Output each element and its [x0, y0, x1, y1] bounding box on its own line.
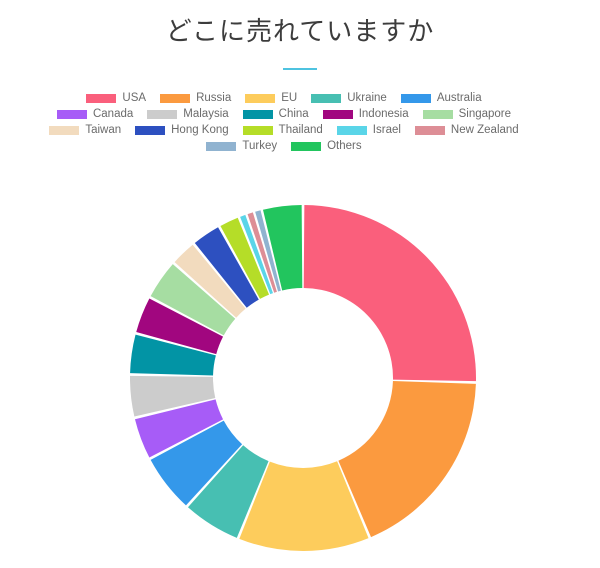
legend-swatch-icon: [56, 109, 87, 119]
legend-item-russia[interactable]: Russia: [160, 92, 231, 104]
legend-item-label: New Zealand: [450, 124, 519, 136]
legend-item-label: Russia: [196, 92, 232, 104]
legend-row: Taiwan Hong Kong Thailand Israel New Zealand: [16, 124, 552, 136]
legend-swatch-icon: [147, 109, 178, 119]
legend-swatch-icon: [245, 93, 276, 103]
legend-item-label: USA: [122, 92, 147, 104]
legend-item-label: Hong Kong: [171, 124, 229, 136]
legend-item-label: Thailand: [278, 124, 323, 136]
legend-swatch-icon: [400, 93, 431, 103]
title-divider-wrap: [0, 68, 600, 70]
donut-chart: [129, 205, 476, 551]
legend-item-others[interactable]: Others: [291, 140, 362, 152]
legend-item-singapore[interactable]: Singapore: [422, 108, 512, 120]
legend-item-label: Others: [327, 140, 362, 152]
legend-item-new-zealand[interactable]: New Zealand: [414, 124, 519, 136]
legend-item-indonesia[interactable]: Indonesia: [322, 108, 409, 120]
legend-swatch-icon: [135, 125, 166, 135]
legend-item-malaysia[interactable]: Malaysia: [147, 108, 229, 120]
legend-swatch-icon: [49, 125, 80, 135]
title-divider: [283, 68, 317, 70]
legend-row: USA Russia EU Ukraine Australia: [16, 92, 552, 104]
legend-swatch-icon: [336, 125, 367, 135]
legend-item-eu[interactable]: EU: [245, 92, 297, 104]
chart-page: どこに売れていますか USA Russia EU Ukraine Australia Ca…: [0, 0, 600, 568]
legend-swatch-icon: [242, 109, 273, 119]
legend-swatch-icon: [86, 93, 117, 103]
legend-item-label: Malaysia: [183, 108, 229, 120]
legend-item-label: Taiwan: [85, 124, 122, 136]
legend-item-hong-kong[interactable]: Hong Kong: [135, 124, 229, 136]
legend-item-label: Israel: [372, 124, 401, 136]
legend-item-label: EU: [281, 92, 298, 104]
legend-item-label: Singapore: [458, 108, 512, 120]
legend-swatch-icon: [206, 141, 237, 151]
legend-item-china[interactable]: China: [242, 108, 309, 120]
legend-swatch-icon: [242, 125, 273, 135]
legend-item-ukraine[interactable]: Ukraine: [311, 92, 387, 104]
legend-item-label: Turkey: [242, 140, 278, 152]
legend-item-turkey[interactable]: Turkey: [206, 140, 277, 152]
legend-swatch-icon: [322, 109, 353, 119]
donut-slice-usa[interactable]: [303, 205, 476, 382]
legend-item-label: Indonesia: [358, 108, 409, 120]
page-title: どこに売れていますか: [165, 17, 435, 47]
legend-item-label: Ukraine: [347, 92, 387, 104]
chart-legend: USA Russia EU Ukraine Australia Canada Malaysi…: [0, 92, 568, 156]
legend-item-label: China: [278, 108, 309, 120]
legend-item-usa[interactable]: USA: [86, 92, 146, 104]
legend-row: Turkey Others: [16, 140, 552, 152]
legend-item-label: Canada: [92, 108, 134, 120]
legend-item-thailand[interactable]: Thailand: [242, 124, 323, 136]
legend-item-australia[interactable]: Australia: [400, 92, 482, 104]
legend-item-canada[interactable]: Canada: [56, 108, 134, 120]
legend-item-label: Australia: [436, 92, 482, 104]
legend-swatch-icon: [311, 93, 342, 103]
legend-row: Canada Malaysia China Indonesia Singapore: [16, 108, 552, 120]
legend-item-taiwan[interactable]: Taiwan: [49, 124, 121, 136]
donut-slice-russia[interactable]: [338, 381, 476, 538]
legend-item-israel[interactable]: Israel: [336, 124, 401, 136]
legend-swatch-icon: [414, 125, 445, 135]
legend-swatch-icon: [291, 141, 322, 151]
donut-chart-wrap: [0, 188, 600, 568]
legend-swatch-icon: [160, 93, 191, 103]
legend-swatch-icon: [422, 109, 453, 119]
